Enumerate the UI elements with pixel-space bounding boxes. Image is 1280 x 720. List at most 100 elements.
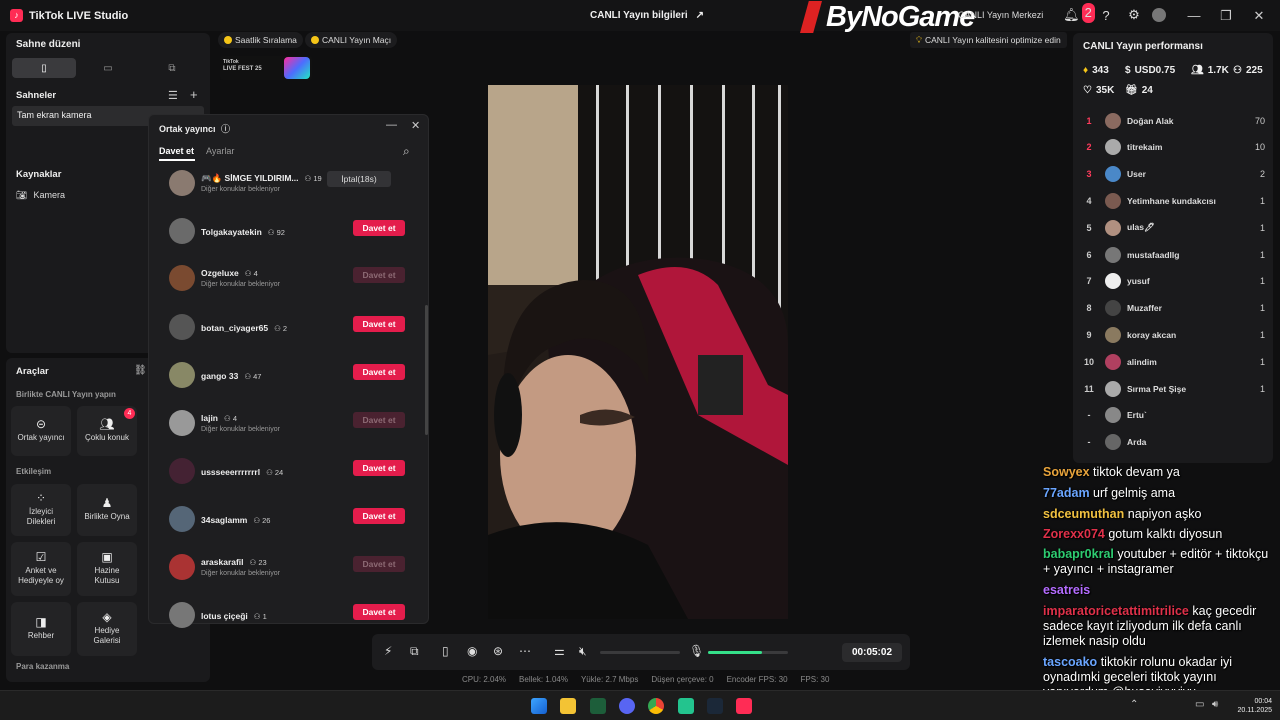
minimize-button[interactable]: — bbox=[1184, 6, 1204, 26]
ranking-row[interactable]: - Arda bbox=[1073, 429, 1273, 456]
portrait-layout-tab[interactable]: ▯ bbox=[12, 58, 76, 78]
invite-button[interactable]: Davet et bbox=[353, 604, 405, 620]
app-icon[interactable] bbox=[678, 698, 694, 714]
viewer-requests-button[interactable]: ⁘ İzleyici Dilekleri bbox=[11, 484, 71, 536]
app-name: TikTok LIVE Studio bbox=[29, 9, 129, 22]
gift-gallery-button[interactable]: ◈ Hediye Galerisi bbox=[77, 602, 137, 656]
source-item[interactable]: 📷︎ Kamera bbox=[16, 190, 65, 201]
guide-button[interactable]: ◨ Rehber bbox=[11, 602, 71, 656]
sliders-icon[interactable]: ⚌ bbox=[554, 644, 565, 658]
ranking-row[interactable]: 5 ulas🖊 1 bbox=[1073, 214, 1273, 241]
guide-label: Rehber bbox=[27, 631, 55, 640]
system-clock[interactable]: 00:04 20.11.2025 bbox=[1237, 697, 1272, 715]
cancel-invite-button[interactable]: İptal(18s) bbox=[327, 171, 391, 187]
more-icon[interactable]: ⋯ bbox=[519, 644, 531, 658]
multi-layout-tab[interactable]: ⧉ bbox=[140, 58, 204, 78]
live-match-chip[interactable]: CANLI Yayın Maçı bbox=[305, 32, 398, 48]
tiktok-live-studio-taskbar-icon[interactable] bbox=[736, 698, 752, 714]
chat-message: imparatoricetattimitrilice kaç gecedir s… bbox=[1043, 604, 1278, 649]
ranking-row[interactable]: 4 Yetimhane kundakcısı 1 bbox=[1073, 187, 1273, 214]
poll-gift-button[interactable]: ☑ Anket ve Hediyeyle oy bbox=[11, 542, 71, 596]
ranking-icon bbox=[224, 36, 232, 44]
follower-count: ⚇ 2 bbox=[274, 324, 287, 333]
tab-settings[interactable]: Ayarlar bbox=[206, 146, 234, 156]
diamonds-stat: ♦ 343 bbox=[1083, 65, 1109, 76]
microphone-icon[interactable]: 🎙︎ bbox=[689, 644, 704, 658]
invite-button[interactable]: Davet et bbox=[353, 220, 405, 236]
close-button[interactable]: ✕ bbox=[1249, 6, 1269, 26]
co-host-name: usssееerrrrrrrl bbox=[201, 467, 261, 477]
record-icon[interactable]: ◉ bbox=[467, 644, 477, 658]
live-fest-banner[interactable]: TikTok LIVE FEST 25 bbox=[220, 56, 312, 80]
live-info-button[interactable]: CANLI Yayın bilgileri ↗ bbox=[590, 10, 704, 21]
link-icon[interactable]: ⛓ bbox=[134, 365, 147, 376]
mic-level-fill bbox=[708, 651, 763, 654]
live-center-link[interactable]: CANLI Yayın Merkezi bbox=[958, 10, 1043, 20]
ranking-row[interactable]: 1 Doğan Alak 70 bbox=[1073, 107, 1273, 134]
ranking-row[interactable]: 3 User 2 bbox=[1073, 161, 1273, 188]
follower-count-value: 47 bbox=[253, 372, 262, 381]
lightbulb-icon: 💡︎ bbox=[916, 34, 922, 45]
invite-button[interactable]: Davet et bbox=[353, 364, 405, 380]
help-icon[interactable]: ? bbox=[1096, 5, 1116, 25]
system-stat: Düşen çerçeve: 0 bbox=[651, 675, 714, 684]
search-icon[interactable]: ⌕ bbox=[403, 144, 410, 159]
popup-scrollbar[interactable] bbox=[425, 305, 428, 435]
invite-button[interactable]: Davet et bbox=[353, 316, 405, 332]
speaker-muted-icon[interactable]: 🔇︎ bbox=[579, 644, 587, 659]
invite-button[interactable]: Davet et bbox=[353, 460, 405, 476]
phone-icon[interactable]: ▯ bbox=[442, 644, 449, 658]
invite-button[interactable]: Davet et bbox=[353, 508, 405, 524]
camera-settings-icon[interactable]: ⊛ bbox=[493, 644, 503, 658]
ranking-row[interactable]: 10 alindim 1 bbox=[1073, 348, 1273, 375]
co-host-name-row: 34saglamm ⚇ 26 bbox=[201, 515, 270, 525]
quality-tip[interactable]: 💡︎ CANLI Yayın kalitesini optimize edin bbox=[910, 32, 1067, 48]
chat-message: esatreis bbox=[1043, 583, 1278, 598]
avatar bbox=[169, 265, 195, 291]
screen-icon[interactable]: ⧉ bbox=[410, 644, 419, 659]
terminal-icon[interactable] bbox=[590, 698, 606, 714]
play-together-button[interactable]: ♟ Birlikte Oyna bbox=[77, 484, 137, 536]
close-popup-button[interactable]: ✕ bbox=[411, 119, 420, 132]
follower-count: ⚇ 92 bbox=[268, 228, 285, 237]
ranking-row[interactable]: 11 Sırma Pet Şişe 1 bbox=[1073, 375, 1273, 402]
avatar[interactable] bbox=[1152, 8, 1166, 22]
co-host-name: araskarafil bbox=[201, 557, 244, 567]
windows-start-icon[interactable] bbox=[531, 698, 547, 714]
multi-guest-button[interactable]: 👥︎ Çoklu konuk 4 bbox=[77, 406, 137, 456]
add-scene-button[interactable]: + bbox=[190, 87, 198, 102]
minimize-popup-button[interactable]: — bbox=[386, 119, 397, 131]
file-explorer-icon[interactable] bbox=[560, 698, 576, 714]
co-host-name-row: lotus çiçeği ⚇ 1 bbox=[201, 611, 267, 621]
discord-icon[interactable] bbox=[619, 698, 635, 714]
list-icon[interactable]: ☰ bbox=[168, 89, 178, 102]
ranking-row[interactable]: 8 Muzaffer 1 bbox=[1073, 295, 1273, 322]
speaker-volume-slider[interactable] bbox=[600, 651, 680, 654]
rank-number: 3 bbox=[1086, 169, 1092, 180]
treasure-box-button[interactable]: ▣ Hazine Kutusu bbox=[77, 542, 137, 596]
ranking-row[interactable]: - Ertu` bbox=[1073, 402, 1273, 429]
steam-icon[interactable] bbox=[707, 698, 723, 714]
maximize-button[interactable]: ❐ bbox=[1216, 6, 1236, 26]
chat-username: imparatoricetattimitrilice bbox=[1043, 604, 1189, 618]
avatar bbox=[1105, 246, 1121, 263]
info-icon[interactable]: ⓘ bbox=[221, 124, 230, 134]
bell-icon[interactable]: 🔔︎ 2 bbox=[1063, 3, 1095, 25]
hourly-ranking-chip[interactable]: Saatlik Sıralama bbox=[218, 32, 303, 48]
volume-icon[interactable]: 🔊︎ bbox=[1212, 699, 1218, 710]
chat-message: 77adam urf gelmiş ama bbox=[1043, 486, 1278, 501]
clock-date: 20.11.2025 bbox=[1237, 707, 1272, 714]
ranking-row[interactable]: 2 titrekaim 10 bbox=[1073, 134, 1273, 161]
tray-chevron-icon[interactable]: ⌃ bbox=[1130, 699, 1138, 710]
ranking-row[interactable]: 7 yusuf 1 bbox=[1073, 268, 1273, 295]
mic-level-meter[interactable] bbox=[708, 651, 788, 654]
co-host-button[interactable]: ⊝ Ortak yayıncı bbox=[11, 406, 71, 456]
network-icon[interactable]: ▭ bbox=[1195, 699, 1204, 710]
chrome-icon[interactable] bbox=[648, 698, 664, 714]
gear-icon[interactable]: ⚙ bbox=[1124, 5, 1144, 25]
landscape-layout-tab[interactable]: ▭ bbox=[76, 58, 140, 78]
ranking-row[interactable]: 6 mustafaadllg 1 bbox=[1073, 241, 1273, 268]
effects-icon[interactable]: ⚡︎ bbox=[384, 644, 392, 658]
ranking-row[interactable]: 9 koray akcan 1 bbox=[1073, 321, 1273, 348]
tab-invite[interactable]: Davet et bbox=[159, 146, 194, 156]
